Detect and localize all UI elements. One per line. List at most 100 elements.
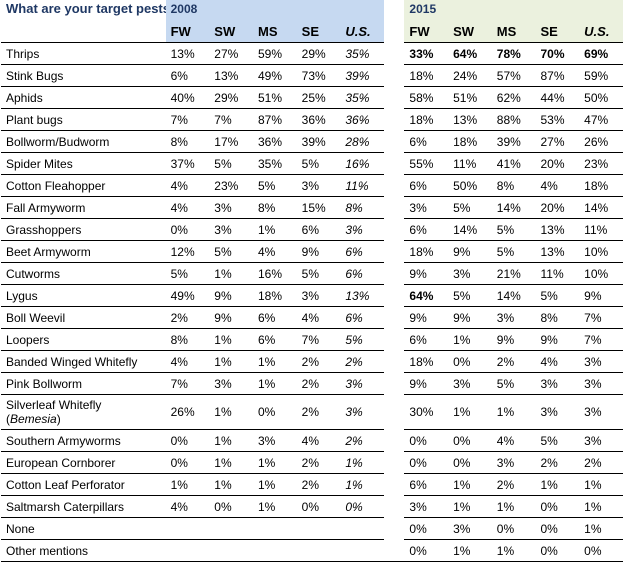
column-gap [384, 196, 405, 219]
cell-2008-sw: 5% [209, 152, 253, 175]
cell-2008-ms: 18% [252, 284, 297, 307]
cell-2008-se: 4% [296, 306, 341, 329]
column-gap [384, 394, 405, 430]
column-gap [384, 108, 405, 131]
column-gap [384, 451, 405, 474]
cell-2015-se: 4% [535, 174, 580, 197]
cell-2015-ms: 1% [491, 539, 536, 562]
cell-2008-sw: 1% [209, 473, 253, 496]
cell-2008-fw: 7% [165, 372, 210, 395]
cell-2008-us: 13% [340, 284, 385, 307]
cell-2008-ms [252, 517, 297, 540]
pest-label: European Cornborer [1, 451, 166, 474]
cell-2008-sw: 1% [209, 429, 253, 452]
cell-2015-sw: 51% [448, 86, 492, 109]
pest-name: Fall Armyworm [6, 200, 86, 215]
cell-2008-ms: 8% [252, 196, 297, 219]
col-2008-se: SE [296, 20, 341, 43]
cell-2015-fw: 3% [404, 495, 449, 518]
cell-2015-fw: 18% [404, 240, 449, 263]
cell-2008-se: 2% [296, 372, 341, 395]
cell-2008-fw: 8% [165, 328, 210, 351]
cell-2015-ms: 39% [491, 130, 536, 153]
cell-2008-ms: 1% [252, 473, 297, 496]
cell-2015-ms: 78% [491, 42, 536, 65]
cell-2015-se: 3% [535, 394, 580, 430]
cell-2015-sw: 0% [448, 451, 492, 474]
cell-2008-sw: 5% [209, 240, 253, 263]
cell-2008-ms: 1% [252, 451, 297, 474]
cell-2008-ms: 6% [252, 328, 297, 351]
cell-2008-fw: 8% [165, 130, 210, 153]
cell-2015-se: 9% [535, 328, 580, 351]
cell-2015-ms: 4% [491, 429, 536, 452]
cell-2015-us: 3% [579, 429, 623, 452]
target-pests-table: What are your target pests? 2008 2015 FW… [1, 0, 623, 562]
cell-2008-se: 0% [296, 495, 341, 518]
cell-2015-fw: 6% [404, 174, 449, 197]
cell-2008-us [340, 539, 385, 562]
column-gap [384, 517, 405, 540]
cell-2015-ms: 1% [491, 394, 536, 430]
cell-2015-se: 44% [535, 86, 580, 109]
cell-2015-us: 50% [579, 86, 623, 109]
pest-name: Saltmarsh Caterpillars [6, 499, 125, 514]
cell-2015-sw: 50% [448, 174, 492, 197]
cell-2008-ms: 1% [252, 372, 297, 395]
column-gap [384, 328, 405, 351]
table-row: Aphids 40% 29% 51% 25% 35% 58% 51% 62% 44% 50% [1, 86, 623, 109]
cell-2015-se: 1% [535, 473, 580, 496]
cell-2008-ms: 5% [252, 174, 297, 197]
cell-2015-ms: 0% [491, 517, 536, 540]
cell-2015-sw: 9% [448, 306, 492, 329]
pest-label: Silverleaf Whitefly (Bemesia) [1, 394, 166, 430]
cell-2015-se: 13% [535, 240, 580, 263]
cell-2015-fw: 0% [404, 539, 449, 562]
cell-2015-ms: 8% [491, 174, 536, 197]
cell-2008-sw: 0% [209, 495, 253, 518]
cell-2008-se: 5% [296, 262, 341, 285]
cell-2008-fw: 49% [165, 284, 210, 307]
cell-2008-ms: 59% [252, 42, 297, 65]
cell-2015-us: 11% [579, 218, 623, 241]
pest-label: Cotton Leaf Perforator [1, 473, 166, 496]
col-2015-ms: MS [491, 20, 536, 43]
cell-2008-fw: 26% [165, 394, 210, 430]
cell-2008-sw: 29% [209, 86, 253, 109]
cell-2015-fw: 6% [404, 473, 449, 496]
cell-2008-us: 35% [340, 42, 385, 65]
cell-2008-ms: 36% [252, 130, 297, 153]
pest-label: Boll Weevil [1, 306, 166, 329]
cell-2008-us: 6% [340, 306, 385, 329]
cell-2008-ms: 49% [252, 64, 297, 87]
cell-2008-ms: 1% [252, 350, 297, 373]
cell-2008-fw: 12% [165, 240, 210, 263]
cell-2015-se: 3% [535, 372, 580, 395]
cell-2008-us: 3% [340, 372, 385, 395]
pest-name: Southern Armyworms [6, 433, 121, 448]
column-gap [384, 262, 405, 285]
column-gap [384, 152, 405, 175]
cell-2015-se: 27% [535, 130, 580, 153]
cell-2008-sw: 13% [209, 64, 253, 87]
cell-2008-us: 8% [340, 196, 385, 219]
cell-2008-sw: 23% [209, 174, 253, 197]
pest-label: Bollworm/Budworm [1, 130, 166, 153]
cell-2008-sw: 3% [209, 196, 253, 219]
table-row: Saltmarsh Caterpillars 4% 0% 1% 0% 0% 3% 1% 1% 0%… [1, 495, 623, 518]
cell-2008-fw: 40% [165, 86, 210, 109]
cell-2015-sw: 1% [448, 394, 492, 430]
cell-2015-se: 13% [535, 218, 580, 241]
cell-2015-us: 10% [579, 262, 623, 285]
cell-2015-ms: 21% [491, 262, 536, 285]
column-gap [384, 64, 405, 87]
cell-2008-se: 15% [296, 196, 341, 219]
cell-2008-us: 6% [340, 262, 385, 285]
cell-2008-se: 25% [296, 86, 341, 109]
pest-label: Southern Armyworms [1, 429, 166, 452]
cell-2008-sw: 17% [209, 130, 253, 153]
cell-2008-se: 5% [296, 152, 341, 175]
pest-name: Aphids [6, 90, 43, 105]
cell-2015-ms: 2% [491, 473, 536, 496]
cell-2015-sw: 1% [448, 473, 492, 496]
